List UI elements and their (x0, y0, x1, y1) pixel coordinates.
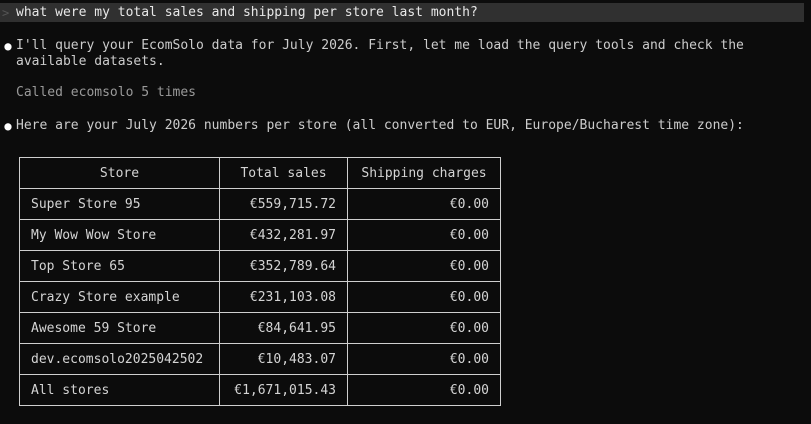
cell-shipping: €0.00 (347, 312, 501, 344)
message-text: Here are your July 2026 numbers per stor… (16, 118, 744, 133)
table-total-row: All stores €1,671,015.43 €0.00 (19, 374, 501, 406)
cell-store: Top Store 65 (19, 250, 220, 282)
cell-total-sales: €559,715.72 (219, 188, 348, 220)
cell-shipping: €0.00 (347, 188, 501, 220)
user-prompt: > what were my total sales and shipping … (0, 3, 804, 22)
table-row: Super Store 95 €559,715.72 €0.00 (19, 188, 501, 220)
cell-store: All stores (19, 374, 220, 406)
table-row: dev.ecomsolo2025042502 €10,483.07 €0.00 (19, 343, 501, 375)
cell-shipping: €0.00 (347, 219, 501, 251)
cell-store: Awesome 59 Store (19, 312, 220, 344)
message-text: I'll query your EcomSolo data for July 2… (16, 38, 744, 69)
table-row: Top Store 65 €352,789.64 €0.00 (19, 250, 501, 282)
cell-total-sales: €1,671,015.43 (219, 374, 348, 406)
table-header-row: Store Total sales Shipping charges (19, 157, 501, 189)
bullet-icon: ● (4, 119, 12, 133)
header-total-sales: Total sales (219, 157, 348, 189)
cell-total-sales: €231,103.08 (219, 281, 348, 313)
prompt-marker: > (2, 5, 10, 20)
prompt-text: what were my total sales and shipping pe… (16, 5, 478, 20)
sales-table: Store Total sales Shipping charges Super… (19, 157, 501, 406)
cell-shipping: €0.00 (347, 281, 501, 313)
cell-total-sales: €84,641.95 (219, 312, 348, 344)
table-row: My Wow Wow Store €432,281.97 €0.00 (19, 219, 501, 251)
table-row: Crazy Store example €231,103.08 €0.00 (19, 281, 501, 313)
cell-total-sales: €432,281.97 (219, 219, 348, 251)
bullet-icon: ● (4, 39, 12, 53)
cell-store: Crazy Store example (19, 281, 220, 313)
header-store: Store (19, 157, 220, 189)
table-row: Awesome 59 Store €84,641.95 €0.00 (19, 312, 501, 344)
cell-total-sales: €10,483.07 (219, 343, 348, 375)
cell-shipping: €0.00 (347, 343, 501, 375)
cell-store: dev.ecomsolo2025042502 (19, 343, 220, 375)
assistant-message-1: ● I'll query your EcomSolo data for July… (0, 38, 786, 70)
cell-shipping: €0.00 (347, 374, 501, 406)
cell-total-sales: €352,789.64 (219, 250, 348, 282)
cell-store: My Wow Wow Store (19, 219, 220, 251)
cell-shipping: €0.00 (347, 250, 501, 282)
assistant-message-2: ● Here are your July 2026 numbers per st… (0, 118, 786, 134)
tool-call-summary[interactable]: Called ecomsolo 5 times (16, 85, 196, 101)
header-shipping-charges: Shipping charges (347, 157, 501, 189)
cell-store: Super Store 95 (19, 188, 220, 220)
